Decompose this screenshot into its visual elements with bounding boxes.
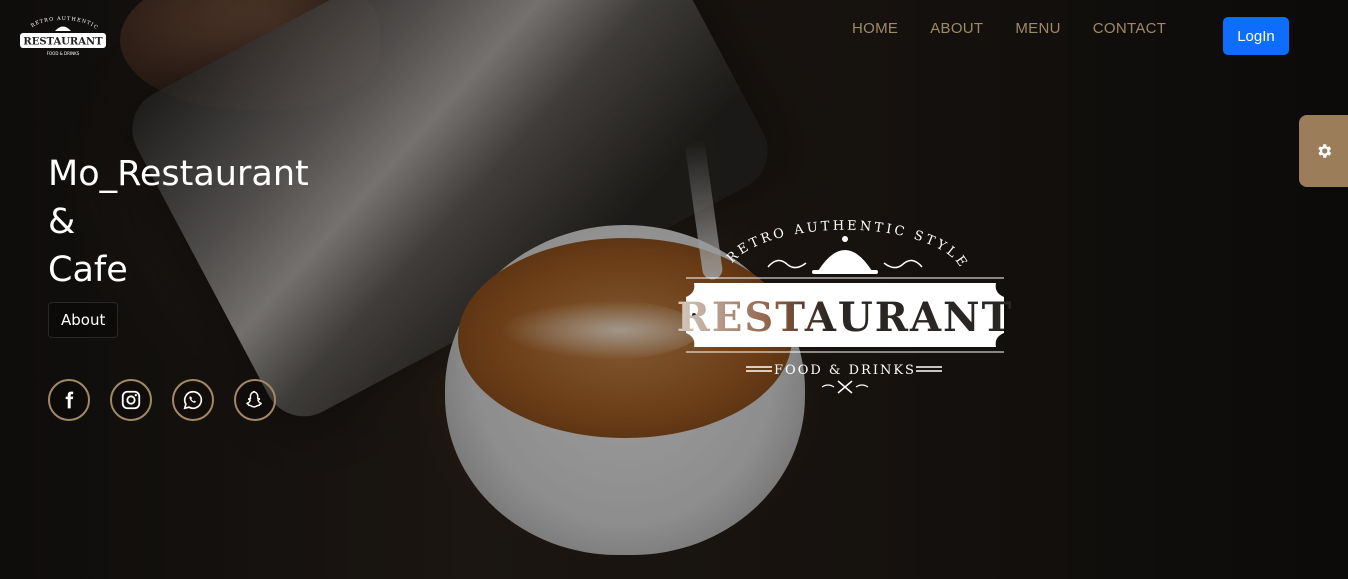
hero-page: RETRO AUTHENTIC STYLE RESTAURANT FOOD & … [0, 0, 1348, 579]
social-links [48, 379, 276, 421]
logo-small-name: RESTAURANT [23, 37, 103, 48]
main-nav: HOME ABOUT MENU CONTACT [852, 20, 1166, 37]
gear-icon [1318, 144, 1332, 158]
whatsapp-icon [183, 390, 203, 410]
facebook-link[interactable] [48, 379, 90, 421]
facebook-icon [65, 391, 74, 409]
snapchat-icon [246, 391, 262, 408]
center-logo-name: RESTAURANT [677, 294, 1014, 341]
nav-menu[interactable]: MENU [1015, 20, 1060, 37]
center-logo: RETRO AUTHENTIC STYLE RESTAURANT FOOD & … [677, 219, 1014, 394]
settings-tab[interactable] [1299, 115, 1348, 187]
hero-title: Mo_Restaurant & Cafe [48, 150, 309, 294]
instagram-link[interactable] [110, 379, 152, 421]
instagram-icon [121, 390, 141, 410]
nav-about[interactable]: ABOUT [930, 20, 983, 37]
site-logo[interactable]: RETRO AUTHENTIC STYLE RESTAURANT FOOD & … [18, 14, 108, 60]
center-logo-tagline: FOOD & DRINKS [774, 363, 916, 378]
nav-home[interactable]: HOME [852, 20, 898, 37]
whatsapp-link[interactable] [172, 379, 214, 421]
about-button[interactable]: About [48, 302, 119, 338]
cutlery-icon [821, 380, 869, 394]
login-button[interactable]: LogIn [1223, 17, 1289, 55]
nav-contact[interactable]: CONTACT [1093, 20, 1166, 37]
logo-small-tagline: FOOD & DRINKS [47, 51, 80, 56]
hero-title-line-3: Cafe [48, 250, 128, 290]
snapchat-link[interactable] [234, 379, 276, 421]
hero-title-line-1: Mo_Restaurant [48, 154, 309, 194]
cloche-icon [812, 236, 878, 274]
hero-title-line-2: & [48, 202, 76, 242]
